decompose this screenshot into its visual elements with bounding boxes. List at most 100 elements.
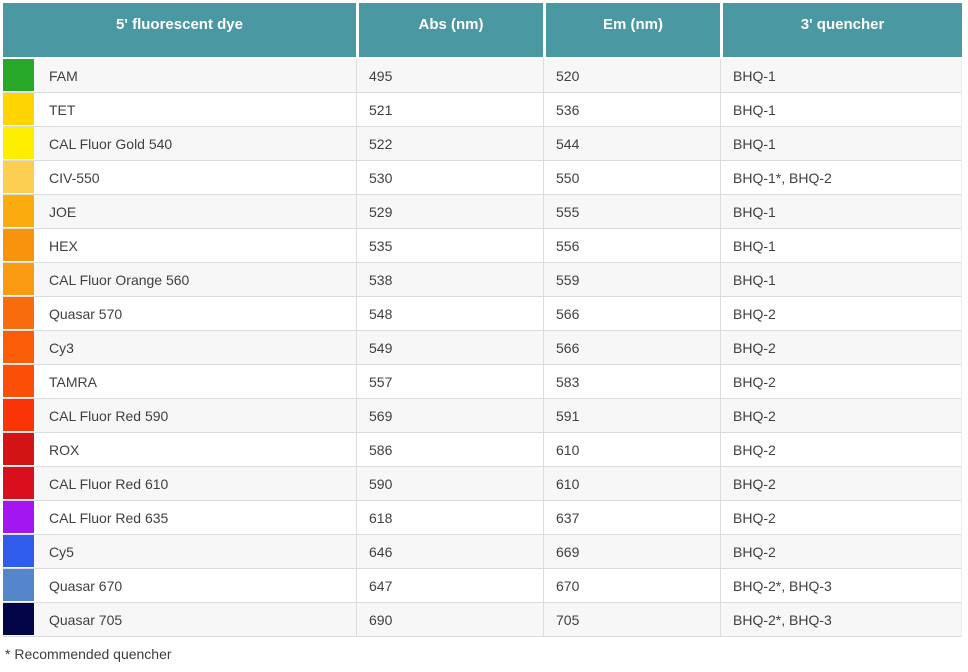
em-value: 670: [543, 569, 720, 603]
dye-name: Quasar 570: [49, 305, 123, 322]
quencher-value: BHQ-1*, BHQ-2: [720, 161, 962, 195]
dye-name: Quasar 670: [49, 577, 123, 594]
abs-value: 618: [356, 501, 543, 535]
abs-value: 538: [356, 263, 543, 297]
quencher-value: BHQ-1: [720, 127, 962, 161]
dye-color-swatch: [3, 467, 34, 499]
quencher-value: BHQ-1: [720, 263, 962, 297]
dye-color-swatch: [3, 93, 34, 125]
table-header: 5' fluorescent dye Abs (nm) Em (nm) 3' q…: [3, 3, 962, 59]
dye-color-swatch: [3, 263, 34, 295]
dye-name: CAL Fluor Red 610: [49, 475, 169, 492]
abs-value: 548: [356, 297, 543, 331]
quencher-value: BHQ-2: [720, 365, 962, 399]
abs-value: 690: [356, 603, 543, 637]
dye-cell: ROX: [3, 433, 356, 467]
abs-value: 557: [356, 365, 543, 399]
dye-name: Quasar 705: [49, 611, 123, 628]
dye-color-swatch: [3, 365, 34, 397]
quencher-value: BHQ-1: [720, 59, 962, 93]
dye-color-swatch: [3, 161, 34, 193]
dye-name: CAL Fluor Red 635: [49, 509, 169, 526]
em-value: 555: [543, 195, 720, 229]
em-value: 566: [543, 331, 720, 365]
quencher-value: BHQ-1: [720, 229, 962, 263]
em-value: 591: [543, 399, 720, 433]
table-row: JOE 529 555 BHQ-1: [3, 195, 962, 229]
quencher-value: BHQ-2: [720, 535, 962, 569]
dye-cell: Cy5: [3, 535, 356, 569]
dye-name: ROX: [49, 441, 80, 458]
dye-name: FAM: [49, 67, 78, 84]
dye-color-swatch: [3, 195, 34, 227]
em-value: 544: [543, 127, 720, 161]
dye-cell: TET: [3, 93, 356, 127]
dye-cell: TAMRA: [3, 365, 356, 399]
fluorescent-dye-table: 5' fluorescent dye Abs (nm) Em (nm) 3' q…: [3, 3, 962, 637]
quencher-value: BHQ-2: [720, 297, 962, 331]
dye-cell: CIV-550: [3, 161, 356, 195]
dye-color-swatch: [3, 603, 34, 635]
dye-color-swatch: [3, 127, 34, 159]
em-value: 610: [543, 433, 720, 467]
col-header-em-nm: Em (nm): [543, 3, 720, 59]
quencher-value: BHQ-2: [720, 399, 962, 433]
table-row: FAM 495 520 BHQ-1: [3, 59, 962, 93]
table-row: ROX 586 610 BHQ-2: [3, 433, 962, 467]
em-value: 520: [543, 59, 720, 93]
table-row: Cy3 549 566 BHQ-2: [3, 331, 962, 365]
abs-value: 535: [356, 229, 543, 263]
dye-name: HEX: [49, 237, 78, 254]
quencher-value: BHQ-1: [720, 93, 962, 127]
dye-color-swatch: [3, 535, 34, 567]
quencher-value: BHQ-2: [720, 467, 962, 501]
table-row: CAL Fluor Red 610 590 610 BHQ-2: [3, 467, 962, 501]
dye-color-swatch: [3, 501, 34, 533]
em-value: 550: [543, 161, 720, 195]
quencher-value: BHQ-2: [720, 433, 962, 467]
dye-color-swatch: [3, 569, 34, 601]
abs-value: 522: [356, 127, 543, 161]
em-value: 637: [543, 501, 720, 535]
table-row: CAL Fluor Gold 540 522 544 BHQ-1: [3, 127, 962, 161]
dye-cell: CAL Fluor Red 635: [3, 501, 356, 535]
table-row: CAL Fluor Red 590 569 591 BHQ-2: [3, 399, 962, 433]
dye-cell: CAL Fluor Gold 540: [3, 127, 356, 161]
quencher-value: BHQ-2: [720, 331, 962, 365]
abs-value: 586: [356, 433, 543, 467]
dye-cell: Quasar 570: [3, 297, 356, 331]
abs-value: 590: [356, 467, 543, 501]
dye-cell: HEX: [3, 229, 356, 263]
abs-value: 529: [356, 195, 543, 229]
dye-cell: CAL Fluor Red 590: [3, 399, 356, 433]
dye-color-swatch: [3, 331, 34, 363]
abs-value: 495: [356, 59, 543, 93]
dye-name: CAL Fluor Orange 560: [49, 271, 190, 288]
em-value: 566: [543, 297, 720, 331]
abs-value: 530: [356, 161, 543, 195]
dye-color-swatch: [3, 229, 34, 261]
abs-value: 569: [356, 399, 543, 433]
table-row: Quasar 705 690 705 BHQ-2*, BHQ-3: [3, 603, 962, 637]
em-value: 559: [543, 263, 720, 297]
dye-name: JOE: [49, 203, 77, 220]
dye-name: CAL Fluor Red 590: [49, 407, 169, 424]
dye-cell: FAM: [3, 59, 356, 93]
quencher-value: BHQ-2*, BHQ-3: [720, 569, 962, 603]
dye-name: TET: [49, 101, 76, 118]
dye-cell: Quasar 670: [3, 569, 356, 603]
abs-value: 647: [356, 569, 543, 603]
dye-cell: Cy3: [3, 331, 356, 365]
dye-cell: Quasar 705: [3, 603, 356, 637]
col-header-abs-nm: Abs (nm): [356, 3, 543, 59]
col-header-quencher: 3' quencher: [720, 3, 962, 59]
dye-name: CIV-550: [49, 169, 100, 186]
dye-name: Cy3: [49, 339, 74, 356]
em-value: 583: [543, 365, 720, 399]
dye-color-swatch: [3, 433, 34, 465]
dye-cell: CAL Fluor Red 610: [3, 467, 356, 501]
dye-name: CAL Fluor Gold 540: [49, 135, 173, 152]
dye-color-swatch: [3, 59, 34, 91]
em-value: 705: [543, 603, 720, 637]
dye-name: TAMRA: [49, 373, 97, 390]
